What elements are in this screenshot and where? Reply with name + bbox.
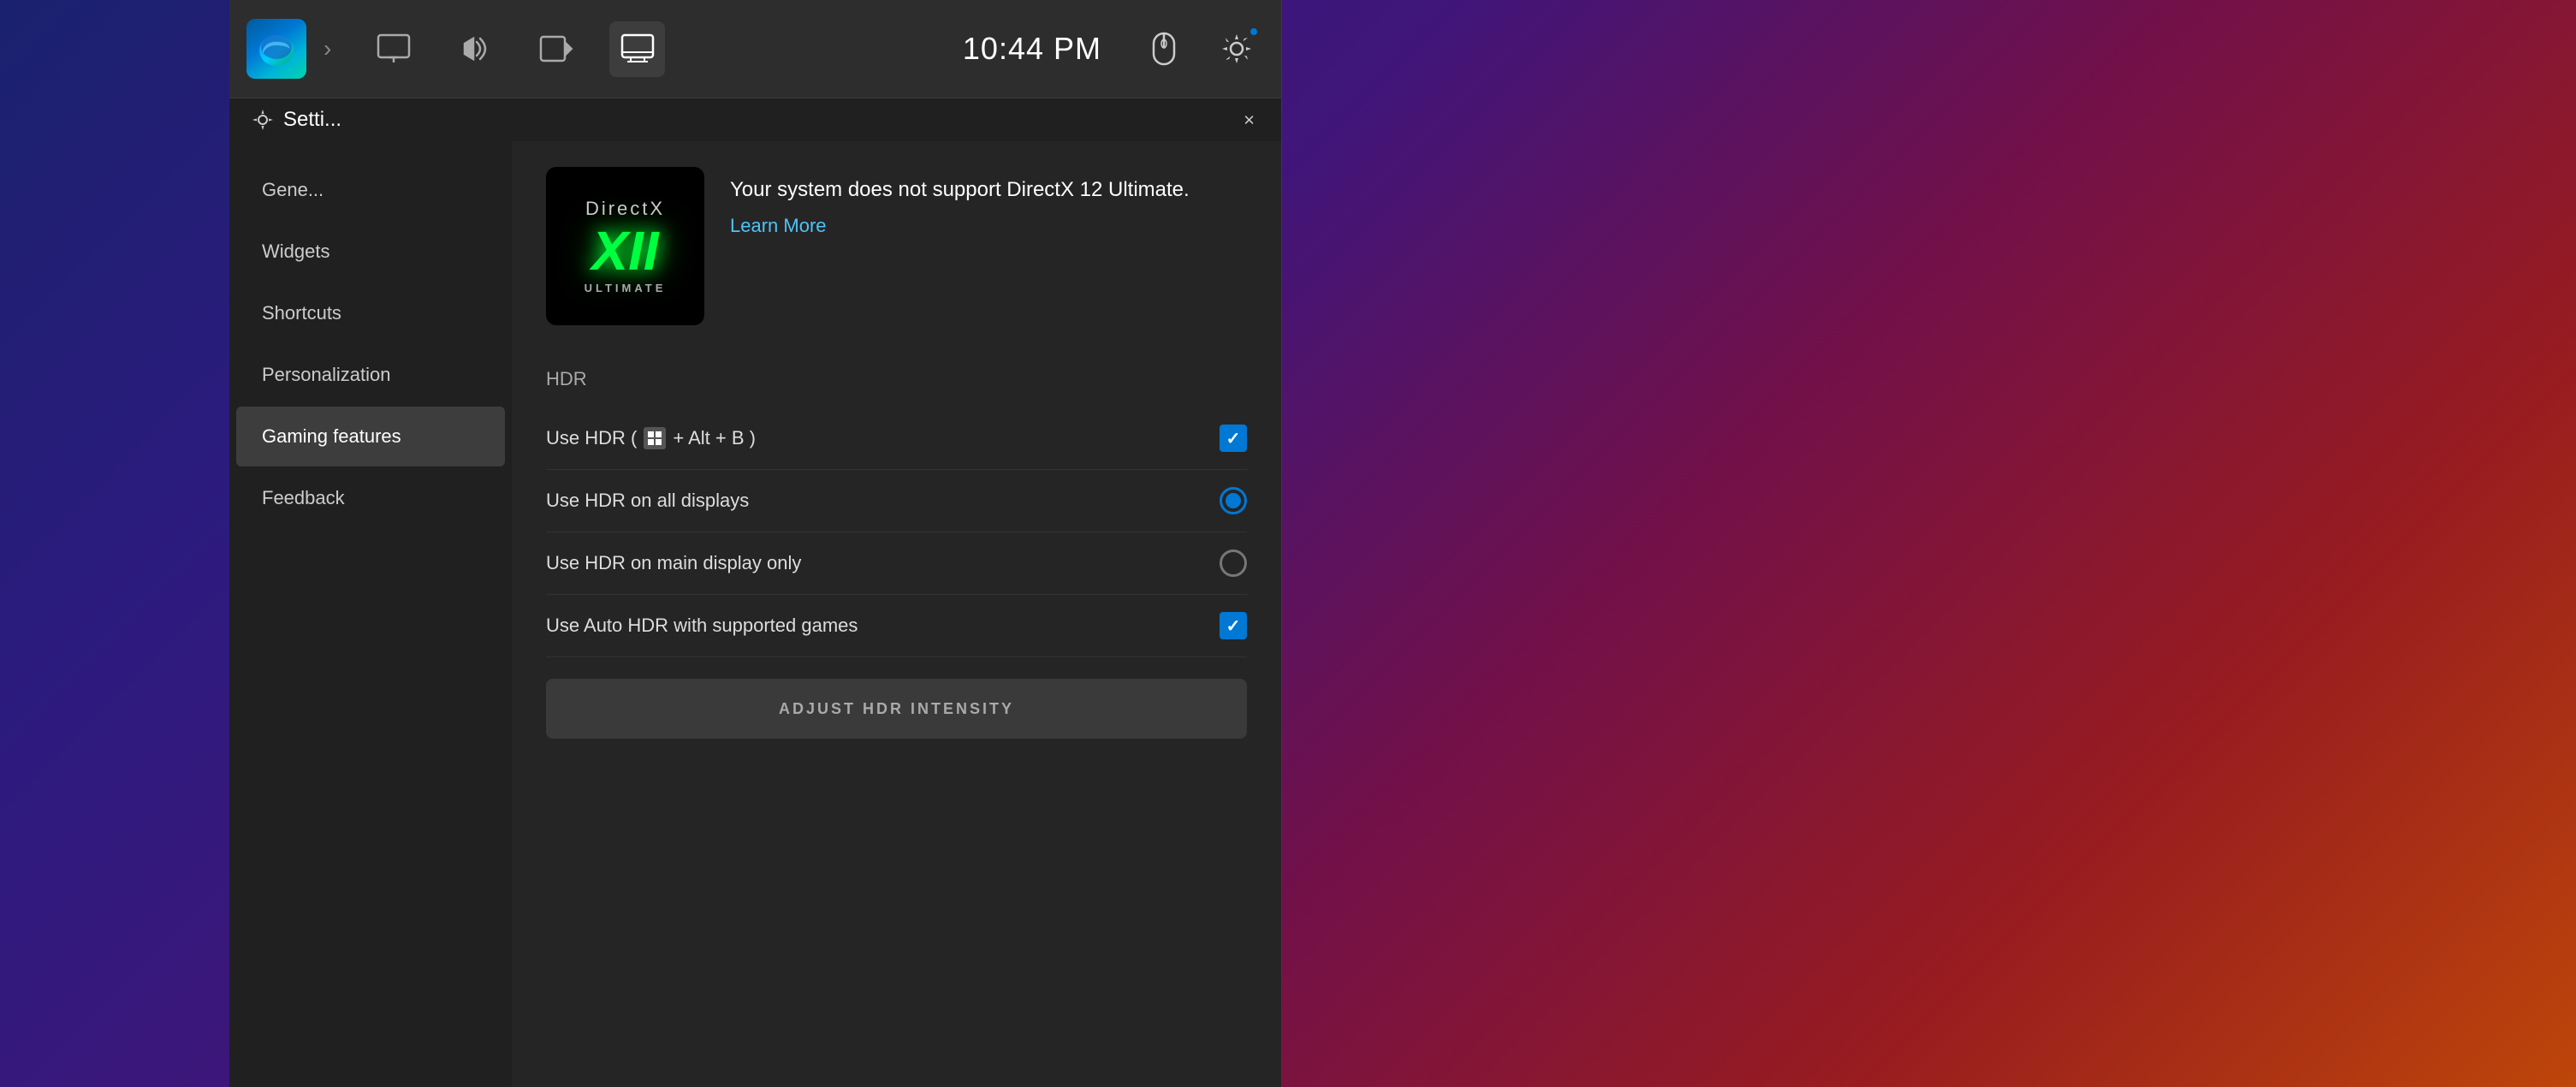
sidebar-nav: Gene... Widgets Shortcuts Personalizatio… bbox=[229, 141, 512, 1087]
hdr-label: HDR bbox=[546, 368, 1247, 390]
main-content: DirectX XII ULTIMATE Your system does no… bbox=[512, 141, 1281, 1087]
toolbar-right-icons bbox=[1136, 21, 1264, 77]
use-hdr-row: Use HDR ( + Alt + B ) ✓ bbox=[546, 407, 1247, 470]
hdr-main-display-row: Use HDR on main display only bbox=[546, 532, 1247, 595]
settings-toolbar-btn[interactable] bbox=[1208, 21, 1264, 77]
directx-title: DirectX bbox=[585, 198, 665, 220]
edge-logo[interactable] bbox=[246, 19, 306, 79]
close-button[interactable]: × bbox=[1230, 101, 1268, 140]
toolbar-icons bbox=[365, 21, 929, 77]
content-area: Gene... Widgets Shortcuts Personalizatio… bbox=[229, 141, 1281, 1087]
screen-record-toolbar-btn[interactable] bbox=[528, 21, 584, 77]
sidebar-item-feedback[interactable]: Feedback bbox=[236, 468, 505, 528]
monitor-toolbar-btn[interactable] bbox=[609, 21, 665, 77]
notification-dot bbox=[1249, 27, 1259, 37]
settings-window: › bbox=[229, 0, 1282, 1087]
sidebar-item-gaming[interactable]: Gaming features bbox=[236, 407, 505, 466]
use-hdr-checkbox[interactable]: ✓ bbox=[1220, 425, 1247, 452]
learn-more-link[interactable]: Learn More bbox=[730, 215, 827, 236]
hdr-section: HDR Use HDR ( + Alt + bbox=[546, 368, 1247, 739]
sidebar-item-widgets[interactable]: Widgets bbox=[236, 222, 505, 282]
audio-toolbar-btn[interactable] bbox=[447, 21, 502, 77]
title-bar: Setti... × bbox=[229, 98, 1281, 141]
directx-message: Your system does not support DirectX 12 … bbox=[730, 175, 1190, 205]
settings-title: Setti... bbox=[283, 108, 341, 132]
directx-logo: DirectX XII ULTIMATE bbox=[546, 167, 704, 325]
sidebar-item-general[interactable]: Gene... bbox=[236, 160, 505, 220]
toolbar-time: 10:44 PM bbox=[963, 31, 1101, 67]
directx-section: DirectX XII ULTIMATE Your system does no… bbox=[546, 167, 1247, 325]
settings-icon bbox=[251, 108, 275, 132]
breadcrumb-chevron: › bbox=[323, 35, 331, 62]
use-hdr-label: Use HDR ( + Alt + B ) bbox=[546, 427, 756, 449]
adjust-hdr-button[interactable]: ADJUST HDR INTENSITY bbox=[546, 679, 1247, 739]
auto-hdr-row: Use Auto HDR with supported games ✓ bbox=[546, 595, 1247, 657]
display-toolbar-btn[interactable] bbox=[365, 21, 421, 77]
directx-version: XII bbox=[591, 223, 658, 278]
auto-hdr-checkbox[interactable]: ✓ bbox=[1220, 612, 1247, 639]
edge-icon bbox=[246, 19, 306, 79]
directx-subtitle: ULTIMATE bbox=[585, 282, 667, 294]
hdr-all-displays-row: Use HDR on all displays bbox=[546, 470, 1247, 532]
auto-hdr-label: Use Auto HDR with supported games bbox=[546, 615, 858, 637]
windows-key-icon bbox=[644, 427, 666, 449]
mouse-toolbar-btn[interactable] bbox=[1136, 21, 1191, 77]
toolbar: › bbox=[229, 0, 1281, 98]
hdr-all-displays-radio[interactable] bbox=[1220, 487, 1247, 514]
hdr-main-display-radio[interactable] bbox=[1220, 549, 1247, 577]
sidebar-item-personalization[interactable]: Personalization bbox=[236, 345, 505, 405]
hdr-main-display-label: Use HDR on main display only bbox=[546, 552, 801, 574]
hdr-all-displays-label: Use HDR on all displays bbox=[546, 490, 749, 512]
directx-info: Your system does not support DirectX 12 … bbox=[730, 167, 1190, 237]
sidebar-item-shortcuts[interactable]: Shortcuts bbox=[236, 283, 505, 343]
